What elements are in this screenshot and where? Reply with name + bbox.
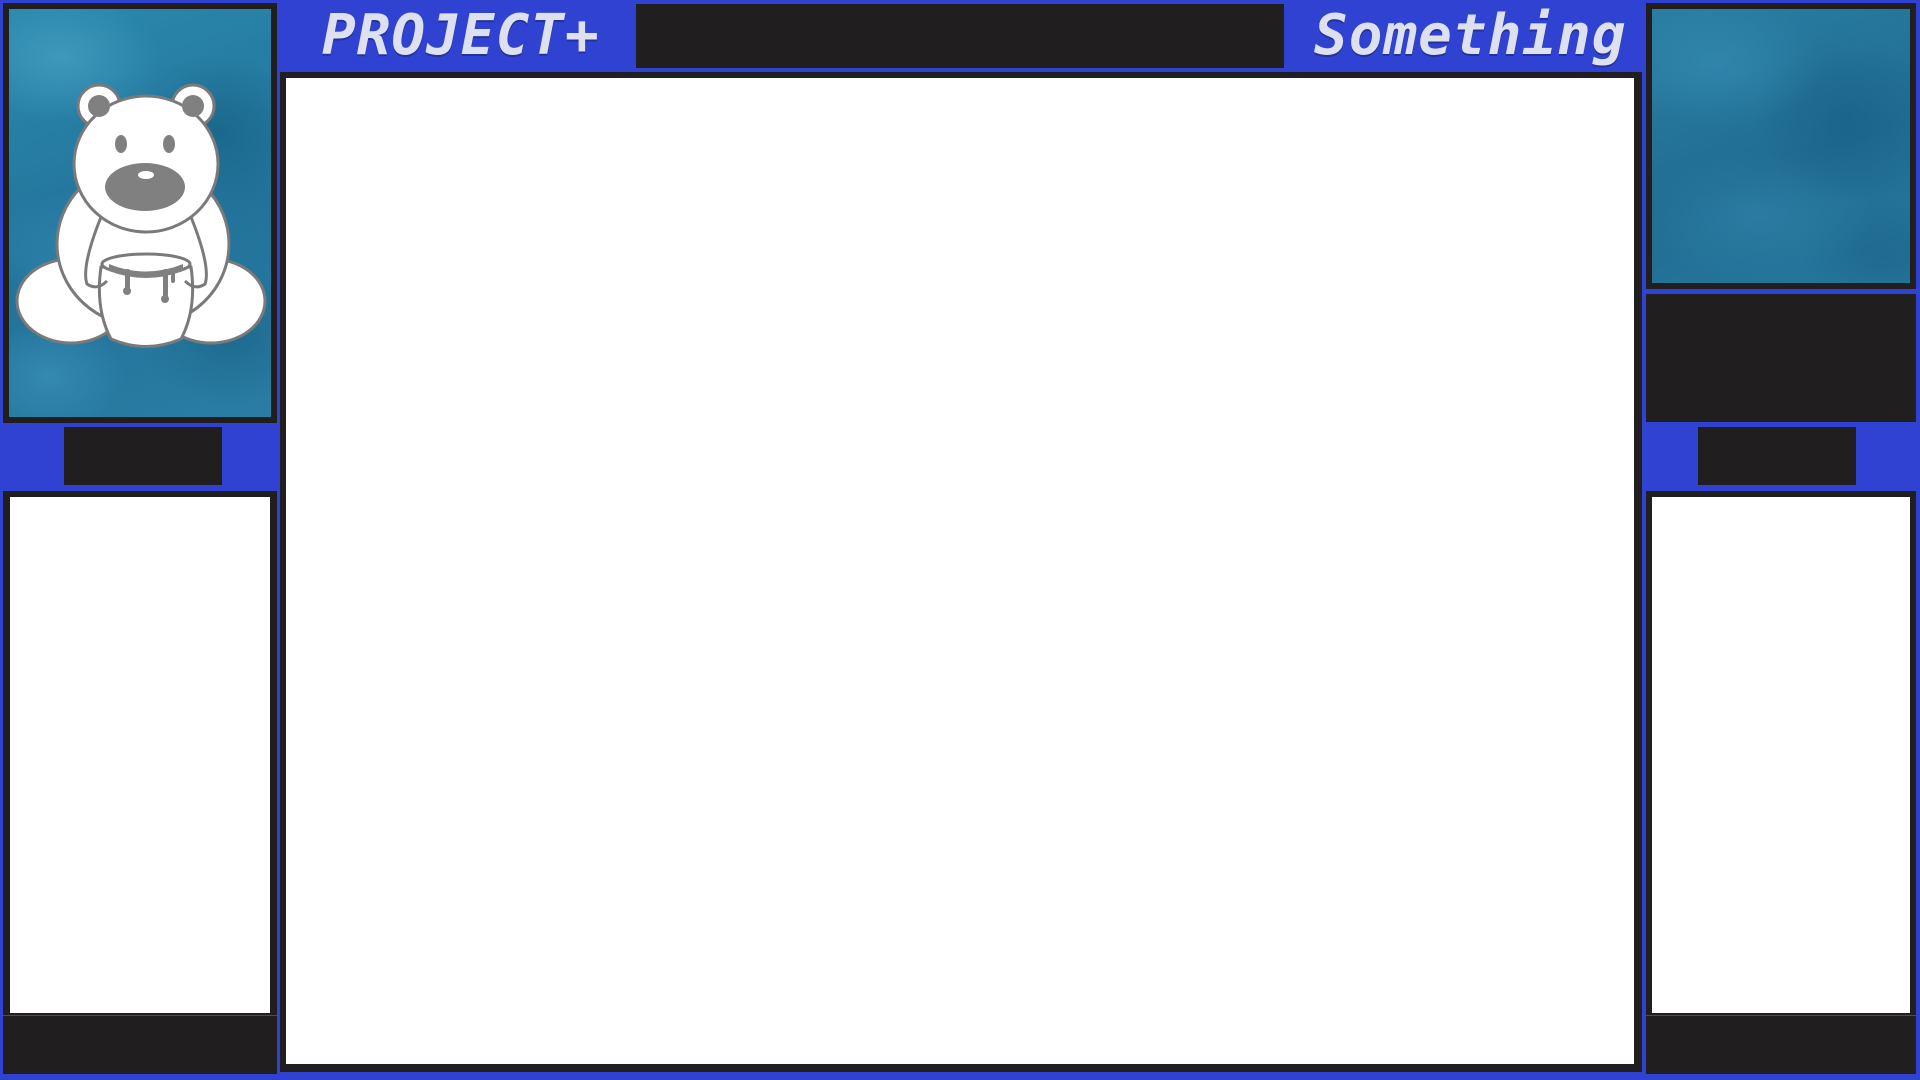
- bear-with-honey-pot-icon: [15, 83, 267, 348]
- right-webcam-capture: [1652, 497, 1910, 1013]
- main-game-capture: [286, 78, 1634, 1064]
- left-webcam-frame: [3, 491, 277, 1015]
- right-info-box: [1646, 294, 1916, 422]
- left-webcam-capture: [10, 497, 270, 1013]
- right-webcam-frame: [1646, 491, 1916, 1015]
- left-character-panel: [3, 3, 277, 423]
- left-bottom-bar: [3, 1016, 277, 1074]
- left-title: PROJECT+: [322, 3, 600, 68]
- stream-overlay: { "header": { "left_title": "PROJECT+", …: [0, 0, 1920, 1080]
- right-character-art: [1652, 9, 1910, 283]
- main-game-frame: [280, 72, 1642, 1072]
- left-player-tag-box: [64, 427, 222, 485]
- right-character-panel: [1646, 3, 1916, 289]
- right-player-tag-box: [1698, 427, 1856, 485]
- right-title: Something: [1314, 3, 1627, 68]
- right-bottom-bar: [1646, 1016, 1916, 1074]
- header-name-bar: [636, 4, 1284, 68]
- left-character-art: [9, 9, 271, 417]
